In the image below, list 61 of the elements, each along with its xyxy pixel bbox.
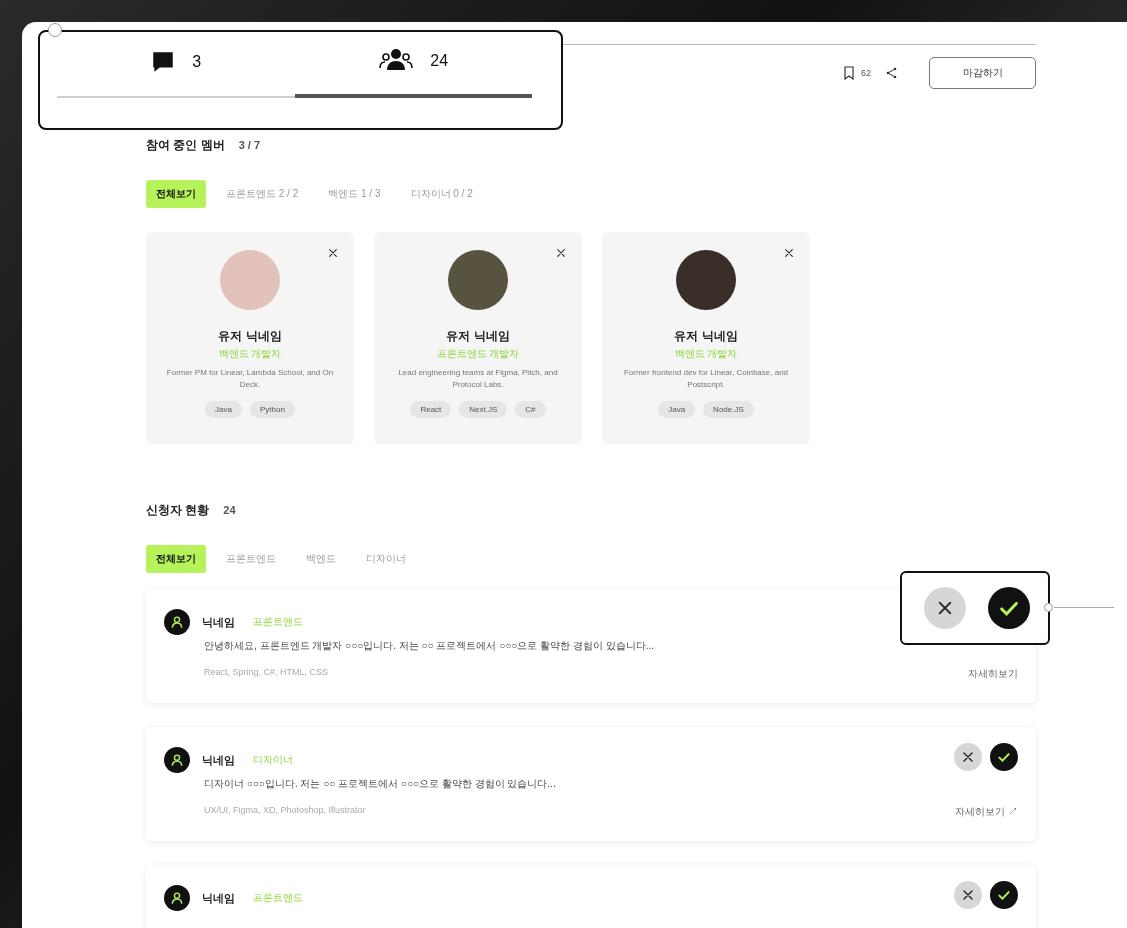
- member-role: 백엔드 개발자: [218, 348, 282, 359]
- applicant-count: 24: [223, 504, 236, 516]
- accept-button[interactable]: [990, 743, 1018, 771]
- member-name: 유저 닉네임: [446, 328, 510, 345]
- check-icon: [997, 750, 1011, 764]
- skill-tag: Python: [250, 401, 295, 418]
- remove-button[interactable]: [328, 248, 338, 258]
- close-icon: [784, 248, 794, 258]
- skill-tag: Next.JS: [459, 401, 508, 418]
- member-name: 유저 닉네임: [674, 328, 738, 345]
- filter-tab[interactable]: 전체보기: [146, 545, 206, 573]
- member-bio: Lead engineering teams at Figma, Pitch, and Protocol Labs.: [397, 367, 559, 391]
- close-icon: [328, 248, 338, 258]
- member-role: 프론트엔드 개발자: [436, 348, 520, 359]
- applicant-intro: 디자이너 ○○○입니다. 저는 ○○ 프로젝트에서 ○○○으로 활약한 경험이 있습니다...: [204, 777, 557, 791]
- applicant-intro: 안녕하세요, 프론트엔드 개발자 ○○○입니다. 저는 ○○ 프로젝트에서 ○○○으로 활약한 경험이 있습니다...: [204, 639, 655, 653]
- member-name: 유저 닉네임: [218, 328, 282, 345]
- section-title: 참여 중인 멤버: [146, 137, 225, 154]
- reject-button[interactable]: [954, 881, 982, 909]
- applicant-role: 프론트엔드: [253, 615, 303, 629]
- applicant-skills: UX/UI, Figma, XD, Photoshop, Illustrator: [204, 805, 366, 817]
- bookmark-icon[interactable]: [843, 66, 855, 80]
- user-icon: [170, 891, 184, 905]
- skill-tag: Java: [658, 401, 696, 418]
- applicant-role: 디자이너: [253, 753, 293, 767]
- leader-line: [1054, 607, 1114, 608]
- details-link[interactable]: 자세히보기 ↗: [955, 805, 1018, 819]
- member-bio: Former PM for Linear, Lambda School, and On Deck.: [165, 367, 335, 391]
- check-icon: [997, 888, 1011, 902]
- remove-button[interactable]: [556, 248, 566, 258]
- member-bio: Former frontend dev for Linear, Coinbase, and Postscript.: [622, 367, 790, 391]
- skill-tag: React: [410, 401, 452, 418]
- applicant-skills: React, Spring, C#, HTML, CSS: [204, 667, 329, 679]
- details-link[interactable]: 자세히보기: [968, 667, 1018, 681]
- member-role: 백엔드 개발자: [674, 348, 738, 359]
- user-icon: [170, 753, 184, 767]
- close-icon: [962, 889, 974, 901]
- reject-button[interactable]: [924, 587, 966, 629]
- close-recruiting-button[interactable]: 마감하기: [929, 57, 1036, 89]
- applicant-name: 닉네임: [202, 890, 235, 906]
- accept-button[interactable]: [990, 881, 1018, 909]
- user-icon: [170, 615, 184, 629]
- reject-button[interactable]: [954, 743, 982, 771]
- applicant-name: 닉네임: [202, 752, 235, 768]
- applicant-name: 닉네임: [202, 614, 235, 630]
- skill-tag: Node.JS: [703, 401, 754, 418]
- close-icon: [937, 600, 953, 616]
- filter-tab[interactable]: 전체보기: [146, 180, 206, 208]
- count-tab[interactable]: 24: [294, 42, 532, 98]
- share-icon[interactable]: [885, 66, 899, 80]
- applicant-role: 프론트엔드: [253, 891, 303, 905]
- skill-tag: C#: [515, 401, 546, 418]
- member-count: 3 / 7: [238, 139, 261, 151]
- count-tab[interactable]: 3: [57, 42, 295, 98]
- skill-tag: Java: [205, 401, 242, 418]
- remove-button[interactable]: [784, 248, 794, 258]
- close-icon: [962, 751, 974, 763]
- close-icon: [556, 248, 566, 258]
- section-title: 신청자 현황: [146, 502, 210, 519]
- accept-button[interactable]: [988, 587, 1030, 629]
- bookmark-count: 62: [861, 68, 871, 78]
